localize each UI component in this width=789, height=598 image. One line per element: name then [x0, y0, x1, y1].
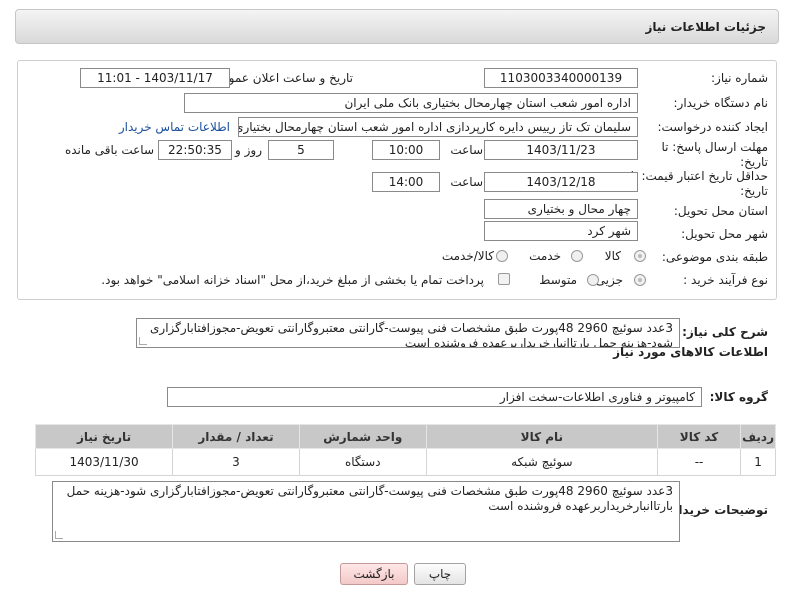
goods-table: ردیف کد کالا نام کالا واحد شمارش تعداد /…	[34, 424, 776, 476]
buyer-org-field: اداره امور شعب استان چهارمحال بختیاری با…	[184, 93, 638, 113]
delivery-city-field: شهر کرد	[484, 221, 638, 241]
col-item-code: کد کالا	[656, 424, 742, 449]
summary-field: 3عدد سوئیچ 2960 48پورت طبق مشخصات فنی پی…	[136, 318, 680, 348]
reply-deadline-label-date: تاریخ:	[740, 155, 768, 169]
purchase-type-label: نوع فرآیند خرید :	[683, 273, 768, 287]
page-title: جزئیات اطلاعات نیاز	[645, 20, 766, 34]
summary-label: شرح کلی نیاز:	[682, 325, 768, 339]
reply-deadline-time-label: ساعت	[450, 143, 483, 157]
treasury-payment-checkbox[interactable]	[498, 273, 510, 285]
goods-section-title: اطلاعات کالاهای مورد نیاز	[613, 345, 768, 359]
buyer-notes-text: 3عدد سوئیچ 2960 48پورت طبق مشخصات فنی پی…	[66, 484, 673, 513]
need-number-label: شماره نیاز:	[711, 71, 768, 85]
category-goods-service-radio[interactable]	[496, 250, 508, 262]
buyer-contact-link[interactable]: اطلاعات تماس خریدار	[119, 120, 230, 134]
category-service-radio[interactable]	[571, 250, 583, 262]
category-goods-label: کالا	[604, 249, 621, 263]
price-validity-time-field: 14:00	[372, 172, 440, 192]
purchase-medium-radio[interactable]	[587, 274, 599, 286]
cell-quantity: 3	[172, 448, 300, 476]
col-item-name: نام کالا	[425, 424, 658, 449]
category-label: طبقه بندی موضوعی:	[661, 250, 768, 264]
buyer-notes-label: توضیحات خریدار:	[666, 503, 768, 517]
delivery-province-field: چهار محال و بختیاری	[484, 199, 638, 219]
requester-field: سلیمان تک تاز رییس دایره کارپردازی اداره…	[238, 117, 638, 137]
price-validity-time-label: ساعت	[450, 175, 483, 189]
requester-label: ایجاد کننده درخواست:	[657, 120, 768, 134]
table-row: 1 -- سوئیچ شبکه دستگاه 3 1403/11/30	[34, 448, 776, 476]
announce-datetime-field: 1403/11/17 - 11:01	[80, 68, 230, 88]
category-goods-service-label: کالا/خدمت	[441, 249, 494, 263]
need-number-field: 1103003340000139	[484, 68, 638, 88]
table-header-row: ردیف کد کالا نام کالا واحد شمارش تعداد /…	[34, 424, 776, 449]
cell-item-code: --	[656, 448, 742, 476]
col-unit: واحد شمارش	[298, 424, 427, 449]
resize-grip-icon[interactable]	[139, 337, 147, 345]
reply-deadline-label: مهلت ارسال پاسخ: تا	[661, 140, 768, 154]
summary-text: 3عدد سوئیچ 2960 48پورت طبق مشخصات فنی پی…	[150, 321, 673, 348]
col-row: ردیف	[740, 424, 776, 449]
purchase-minor-label: جزیی	[595, 273, 623, 287]
remaining-time-field: 22:50:35	[158, 140, 232, 160]
cell-item-name: سوئیچ شبکه	[425, 448, 658, 476]
delivery-city-label: شهر محل تحویل:	[681, 227, 768, 241]
buyer-notes-field: 3عدد سوئیچ 2960 48پورت طبق مشخصات فنی پی…	[52, 481, 680, 542]
price-validity-date-field: 1403/12/18	[484, 172, 638, 192]
page-header: جزئیات اطلاعات نیاز	[15, 9, 779, 44]
reply-deadline-date-field: 1403/11/23	[484, 140, 638, 160]
price-validity-label-date: تاریخ:	[740, 184, 768, 198]
goods-group-field: کامپیوتر و فناوری اطلاعات-سخت افزار	[167, 387, 702, 407]
cell-need-date: 1403/11/30	[34, 448, 174, 476]
delivery-province-label: استان محل تحویل:	[673, 204, 768, 218]
category-goods-radio[interactable]	[634, 250, 646, 262]
purchase-medium-label: متوسط	[539, 273, 577, 287]
remaining-days-field: 5	[268, 140, 334, 160]
buyer-org-label: نام دستگاه خریدار:	[673, 96, 769, 110]
cell-row: 1	[740, 448, 776, 476]
col-quantity: تعداد / مقدار	[172, 424, 300, 449]
goods-group-label: گروه کالا:	[709, 390, 768, 404]
cell-unit: دستگاه	[298, 448, 427, 476]
remaining-time-label: ساعت باقی مانده	[64, 143, 154, 157]
treasury-payment-note: پرداخت تمام یا بخشی از مبلغ خرید،از محل …	[101, 273, 484, 287]
price-validity-label: حداقل تاریخ اعتبار قیمت: تا	[630, 169, 768, 183]
resize-grip-icon[interactable]	[55, 531, 63, 539]
reply-deadline-time-field: 10:00	[372, 140, 440, 160]
col-need-date: تاریخ نیاز	[34, 424, 174, 449]
purchase-minor-radio[interactable]	[634, 274, 646, 286]
days-label: روز و	[235, 143, 262, 157]
category-service-label: خدمت	[529, 249, 561, 263]
back-button[interactable]: بازگشت	[340, 563, 408, 585]
print-button[interactable]: چاپ	[414, 563, 466, 585]
